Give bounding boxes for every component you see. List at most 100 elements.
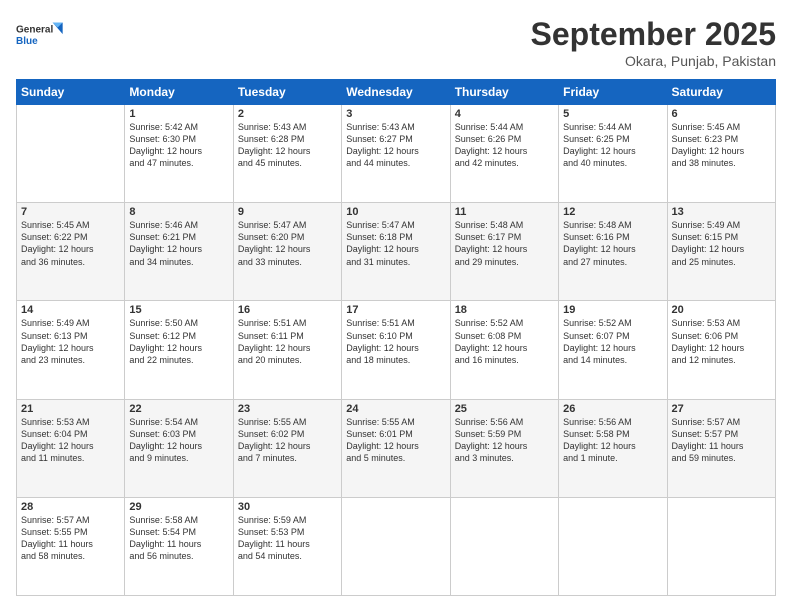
col-saturday: Saturday (667, 80, 775, 105)
table-row: 1Sunrise: 5:42 AM Sunset: 6:30 PM Daylig… (125, 105, 233, 203)
calendar-week-row: 28Sunrise: 5:57 AM Sunset: 5:55 PM Dayli… (17, 497, 776, 595)
day-number: 12 (563, 206, 662, 218)
day-info: Sunrise: 5:46 AM Sunset: 6:21 PM Dayligh… (129, 219, 228, 268)
table-row: 10Sunrise: 5:47 AM Sunset: 6:18 PM Dayli… (342, 203, 450, 301)
location: Okara, Punjab, Pakistan (531, 53, 776, 69)
day-number: 20 (672, 304, 771, 316)
svg-text:General: General (16, 25, 53, 36)
table-row: 14Sunrise: 5:49 AM Sunset: 6:13 PM Dayli… (17, 301, 125, 399)
day-number: 8 (129, 206, 228, 218)
day-number: 29 (129, 501, 228, 513)
table-row: 15Sunrise: 5:50 AM Sunset: 6:12 PM Dayli… (125, 301, 233, 399)
day-number: 18 (455, 304, 554, 316)
table-row: 17Sunrise: 5:51 AM Sunset: 6:10 PM Dayli… (342, 301, 450, 399)
table-row: 28Sunrise: 5:57 AM Sunset: 5:55 PM Dayli… (17, 497, 125, 595)
day-info: Sunrise: 5:47 AM Sunset: 6:20 PM Dayligh… (238, 219, 337, 268)
day-info: Sunrise: 5:54 AM Sunset: 6:03 PM Dayligh… (129, 416, 228, 465)
table-row (342, 497, 450, 595)
page: General Blue September 2025 Okara, Punja… (0, 0, 792, 612)
day-info: Sunrise: 5:56 AM Sunset: 5:59 PM Dayligh… (455, 416, 554, 465)
title-block: September 2025 Okara, Punjab, Pakistan (531, 16, 776, 69)
table-row: 12Sunrise: 5:48 AM Sunset: 6:16 PM Dayli… (559, 203, 667, 301)
day-info: Sunrise: 5:57 AM Sunset: 5:57 PM Dayligh… (672, 416, 771, 465)
header: General Blue September 2025 Okara, Punja… (16, 16, 776, 69)
day-number: 5 (563, 108, 662, 120)
day-number: 27 (672, 403, 771, 415)
day-info: Sunrise: 5:47 AM Sunset: 6:18 PM Dayligh… (346, 219, 445, 268)
table-row: 26Sunrise: 5:56 AM Sunset: 5:58 PM Dayli… (559, 399, 667, 497)
day-number: 24 (346, 403, 445, 415)
day-number: 11 (455, 206, 554, 218)
table-row: 6Sunrise: 5:45 AM Sunset: 6:23 PM Daylig… (667, 105, 775, 203)
day-number: 7 (21, 206, 120, 218)
day-number: 30 (238, 501, 337, 513)
day-info: Sunrise: 5:42 AM Sunset: 6:30 PM Dayligh… (129, 121, 228, 170)
day-info: Sunrise: 5:57 AM Sunset: 5:55 PM Dayligh… (21, 514, 120, 563)
table-row: 18Sunrise: 5:52 AM Sunset: 6:08 PM Dayli… (450, 301, 558, 399)
day-number: 19 (563, 304, 662, 316)
table-row: 13Sunrise: 5:49 AM Sunset: 6:15 PM Dayli… (667, 203, 775, 301)
table-row: 21Sunrise: 5:53 AM Sunset: 6:04 PM Dayli… (17, 399, 125, 497)
day-info: Sunrise: 5:44 AM Sunset: 6:25 PM Dayligh… (563, 121, 662, 170)
day-info: Sunrise: 5:53 AM Sunset: 6:06 PM Dayligh… (672, 317, 771, 366)
table-row: 29Sunrise: 5:58 AM Sunset: 5:54 PM Dayli… (125, 497, 233, 595)
logo-svg: General Blue (16, 16, 66, 54)
day-number: 25 (455, 403, 554, 415)
table-row: 4Sunrise: 5:44 AM Sunset: 6:26 PM Daylig… (450, 105, 558, 203)
calendar-week-row: 14Sunrise: 5:49 AM Sunset: 6:13 PM Dayli… (17, 301, 776, 399)
day-info: Sunrise: 5:45 AM Sunset: 6:22 PM Dayligh… (21, 219, 120, 268)
day-info: Sunrise: 5:43 AM Sunset: 6:28 PM Dayligh… (238, 121, 337, 170)
day-info: Sunrise: 5:51 AM Sunset: 6:10 PM Dayligh… (346, 317, 445, 366)
table-row: 5Sunrise: 5:44 AM Sunset: 6:25 PM Daylig… (559, 105, 667, 203)
col-thursday: Thursday (450, 80, 558, 105)
month-title: September 2025 (531, 16, 776, 53)
day-info: Sunrise: 5:50 AM Sunset: 6:12 PM Dayligh… (129, 317, 228, 366)
table-row: 9Sunrise: 5:47 AM Sunset: 6:20 PM Daylig… (233, 203, 341, 301)
day-number: 1 (129, 108, 228, 120)
table-row: 24Sunrise: 5:55 AM Sunset: 6:01 PM Dayli… (342, 399, 450, 497)
day-info: Sunrise: 5:55 AM Sunset: 6:01 PM Dayligh… (346, 416, 445, 465)
col-tuesday: Tuesday (233, 80, 341, 105)
day-info: Sunrise: 5:48 AM Sunset: 6:16 PM Dayligh… (563, 219, 662, 268)
day-number: 21 (21, 403, 120, 415)
table-row: 8Sunrise: 5:46 AM Sunset: 6:21 PM Daylig… (125, 203, 233, 301)
calendar-header-row: Sunday Monday Tuesday Wednesday Thursday… (17, 80, 776, 105)
day-number: 26 (563, 403, 662, 415)
table-row (559, 497, 667, 595)
day-number: 9 (238, 206, 337, 218)
day-number: 6 (672, 108, 771, 120)
day-number: 14 (21, 304, 120, 316)
day-number: 13 (672, 206, 771, 218)
table-row (450, 497, 558, 595)
svg-text:Blue: Blue (16, 36, 38, 47)
day-info: Sunrise: 5:52 AM Sunset: 6:07 PM Dayligh… (563, 317, 662, 366)
day-number: 10 (346, 206, 445, 218)
day-info: Sunrise: 5:49 AM Sunset: 6:13 PM Dayligh… (21, 317, 120, 366)
table-row: 16Sunrise: 5:51 AM Sunset: 6:11 PM Dayli… (233, 301, 341, 399)
table-row: 2Sunrise: 5:43 AM Sunset: 6:28 PM Daylig… (233, 105, 341, 203)
day-info: Sunrise: 5:56 AM Sunset: 5:58 PM Dayligh… (563, 416, 662, 465)
day-info: Sunrise: 5:44 AM Sunset: 6:26 PM Dayligh… (455, 121, 554, 170)
col-wednesday: Wednesday (342, 80, 450, 105)
col-sunday: Sunday (17, 80, 125, 105)
day-number: 4 (455, 108, 554, 120)
day-info: Sunrise: 5:51 AM Sunset: 6:11 PM Dayligh… (238, 317, 337, 366)
day-info: Sunrise: 5:45 AM Sunset: 6:23 PM Dayligh… (672, 121, 771, 170)
day-info: Sunrise: 5:53 AM Sunset: 6:04 PM Dayligh… (21, 416, 120, 465)
day-info: Sunrise: 5:59 AM Sunset: 5:53 PM Dayligh… (238, 514, 337, 563)
day-info: Sunrise: 5:55 AM Sunset: 6:02 PM Dayligh… (238, 416, 337, 465)
table-row (667, 497, 775, 595)
day-number: 17 (346, 304, 445, 316)
calendar-table: Sunday Monday Tuesday Wednesday Thursday… (16, 79, 776, 596)
day-number: 15 (129, 304, 228, 316)
calendar-week-row: 1Sunrise: 5:42 AM Sunset: 6:30 PM Daylig… (17, 105, 776, 203)
table-row: 3Sunrise: 5:43 AM Sunset: 6:27 PM Daylig… (342, 105, 450, 203)
day-number: 28 (21, 501, 120, 513)
table-row: 11Sunrise: 5:48 AM Sunset: 6:17 PM Dayli… (450, 203, 558, 301)
day-info: Sunrise: 5:48 AM Sunset: 6:17 PM Dayligh… (455, 219, 554, 268)
day-number: 2 (238, 108, 337, 120)
table-row: 27Sunrise: 5:57 AM Sunset: 5:57 PM Dayli… (667, 399, 775, 497)
table-row: 30Sunrise: 5:59 AM Sunset: 5:53 PM Dayli… (233, 497, 341, 595)
day-info: Sunrise: 5:43 AM Sunset: 6:27 PM Dayligh… (346, 121, 445, 170)
day-number: 16 (238, 304, 337, 316)
